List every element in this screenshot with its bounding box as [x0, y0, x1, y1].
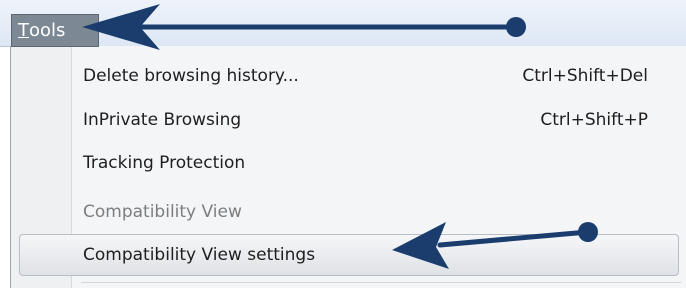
arrow-to-compatibility-view-settings	[392, 222, 598, 269]
arrow-to-tools-menu	[82, 4, 526, 50]
annotation-arrows	[82, 4, 598, 269]
